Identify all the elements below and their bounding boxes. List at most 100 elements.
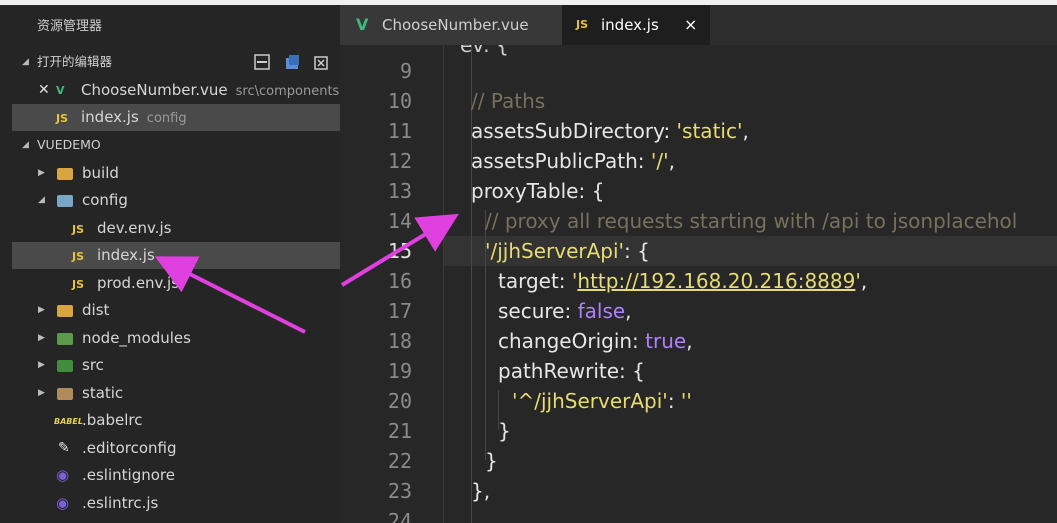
- tree-label: .babelrc: [82, 411, 143, 429]
- line-number: 11: [387, 119, 412, 143]
- chevron-right-icon: ▶: [38, 305, 45, 315]
- tree-item-index-js[interactable]: JS index.js: [12, 242, 340, 269]
- open-editor-item[interactable]: ✕ V ChooseNumber.vue src\components: [12, 77, 340, 104]
- code-line-16: target: 'http://192.168.20.216:8889',: [498, 269, 868, 293]
- editor-tab-bar: V ChooseNumber.vue JS index.js ×: [340, 5, 1057, 45]
- explorer-title: 资源管理器: [37, 19, 103, 34]
- open-editors-actions: [254, 53, 330, 70]
- tree-label: .editorconfig: [82, 439, 177, 457]
- babel-icon: BABEL: [54, 417, 83, 426]
- open-editor-name: index.js: [81, 108, 139, 126]
- tree-label: .eslintignore: [82, 466, 175, 484]
- tree-label: dev.env.js: [97, 219, 172, 237]
- line-number: 20: [387, 389, 412, 413]
- code-line-11: assetsSubDirectory: 'static',: [471, 119, 749, 143]
- tree-label: src: [82, 356, 104, 374]
- js-file-icon: JS: [56, 112, 69, 125]
- code-line-8-fragment: ev: {: [460, 45, 509, 57]
- tree-label: config: [82, 191, 128, 209]
- chevron-right-icon: ▶: [38, 333, 45, 343]
- tree-item-eslintignore[interactable]: ◉ .eslintignore: [12, 462, 340, 489]
- line-number-current: 15: [387, 239, 412, 263]
- line-number: 16: [387, 269, 412, 293]
- eslint-icon: ◉: [56, 466, 70, 484]
- comment-proxy: // proxy all requests starting with /api…: [485, 209, 1018, 233]
- project-header[interactable]: ◢ VUEDEMO: [0, 132, 340, 158]
- js-file-icon: JS: [72, 278, 85, 291]
- line-number: 18: [387, 329, 412, 353]
- tree-item-eslintrc[interactable]: ◉ .eslintrc.js: [12, 490, 340, 517]
- tree-item-babelrc[interactable]: BABEL .babelrc: [12, 407, 340, 434]
- code-line-21: }: [498, 419, 511, 443]
- line-number: 19: [387, 359, 412, 383]
- tab-close-icon[interactable]: ×: [684, 5, 697, 45]
- line-number: 10: [387, 89, 412, 113]
- vue-file-icon: V: [356, 15, 369, 34]
- folder-icon: [57, 305, 73, 317]
- tree-item-static[interactable]: ▶ static: [12, 380, 340, 407]
- open-editor-item[interactable]: JS index.js config: [12, 104, 340, 131]
- src-folder-icon: [57, 360, 73, 372]
- editorconfig-icon: ✎: [58, 440, 70, 456]
- code-editor[interactable]: ev: { 9 10 11 12 13 14 15 16 17 18 19 20…: [340, 45, 1057, 523]
- line-number: 17: [387, 299, 412, 323]
- tab-index-js[interactable]: JS index.js ×: [562, 5, 710, 45]
- code-line-22: }: [485, 449, 498, 473]
- close-all-icon[interactable]: [314, 53, 330, 70]
- tree-item-dist[interactable]: ▶ dist: [12, 297, 340, 324]
- tab-choose-number[interactable]: V ChooseNumber.vue: [340, 5, 562, 45]
- tree-label: dist: [82, 301, 110, 319]
- code-line-13: proxyTable: {: [471, 179, 605, 203]
- vue-file-icon: V: [56, 84, 65, 97]
- tree-item-editorconfig[interactable]: ✎ .editorconfig: [12, 435, 340, 462]
- close-icon[interactable]: ✕: [38, 77, 50, 104]
- chevron-right-icon: ▶: [38, 388, 45, 398]
- folder-icon: [57, 168, 73, 180]
- collapse-triangle-icon: ◢: [22, 140, 29, 150]
- tree-label: static: [82, 384, 124, 402]
- tree-label: build: [82, 164, 119, 182]
- project-title: VUEDEMO: [37, 137, 101, 152]
- open-editors-header[interactable]: ◢ 打开的编辑器: [0, 49, 340, 75]
- code-line-23: },: [471, 479, 491, 503]
- folder-open-icon: [57, 195, 73, 207]
- tree-label: .eslintrc.js: [82, 494, 159, 512]
- line-number: 21: [387, 419, 412, 443]
- js-file-icon: JS: [72, 250, 85, 263]
- code-line-18: changeOrigin: true,: [498, 329, 693, 353]
- code-line-15: '/jjhServerApi': {: [485, 239, 650, 263]
- line-number: 13: [387, 179, 412, 203]
- tree-label: index.js: [97, 246, 155, 264]
- collapse-triangle-icon: ◢: [22, 57, 29, 67]
- chevron-right-icon: ▶: [38, 360, 45, 370]
- eslint-icon: ◉: [56, 494, 70, 512]
- tree-item-build[interactable]: ▶ build: [12, 160, 340, 187]
- code-line-20: '^/jjhServerApi': '': [512, 389, 692, 413]
- new-file-icon[interactable]: [254, 53, 270, 70]
- code-line-19: pathRewrite: {: [498, 359, 645, 383]
- folder-icon: [57, 388, 73, 400]
- tree-item-dev-env[interactable]: JS dev.env.js: [12, 215, 340, 242]
- js-file-icon: JS: [576, 18, 589, 31]
- tree-item-node-modules[interactable]: ▶ node_modules: [12, 325, 340, 352]
- open-editor-name: ChooseNumber.vue: [81, 81, 228, 99]
- line-number: 12: [387, 149, 412, 173]
- tree-label: prod.env.js: [97, 274, 180, 292]
- open-editor-path: src\components: [235, 84, 340, 99]
- tree-item-config[interactable]: ◢ config: [12, 187, 340, 214]
- tree-item-src[interactable]: ▶ src: [12, 352, 340, 379]
- code-line-12: assetsPublicPath: '/',: [471, 149, 675, 173]
- gutter-divider: [443, 45, 444, 523]
- tree-item-prod-env[interactable]: JS prod.env.js: [12, 270, 340, 297]
- node-folder-icon: [57, 333, 73, 345]
- line-number: 24: [387, 509, 412, 523]
- tab-label: index.js: [601, 16, 659, 34]
- url-link: http://192.168.20.216:8889: [577, 269, 856, 293]
- open-editors-title: 打开的编辑器: [37, 54, 113, 69]
- chevron-down-icon: ◢: [38, 195, 45, 205]
- save-all-icon[interactable]: [284, 53, 300, 69]
- tree-label: node_modules: [82, 329, 191, 347]
- line-number: 23: [387, 479, 412, 503]
- code-line-17: secure: false,: [498, 299, 632, 323]
- open-editor-path: config: [146, 111, 187, 126]
